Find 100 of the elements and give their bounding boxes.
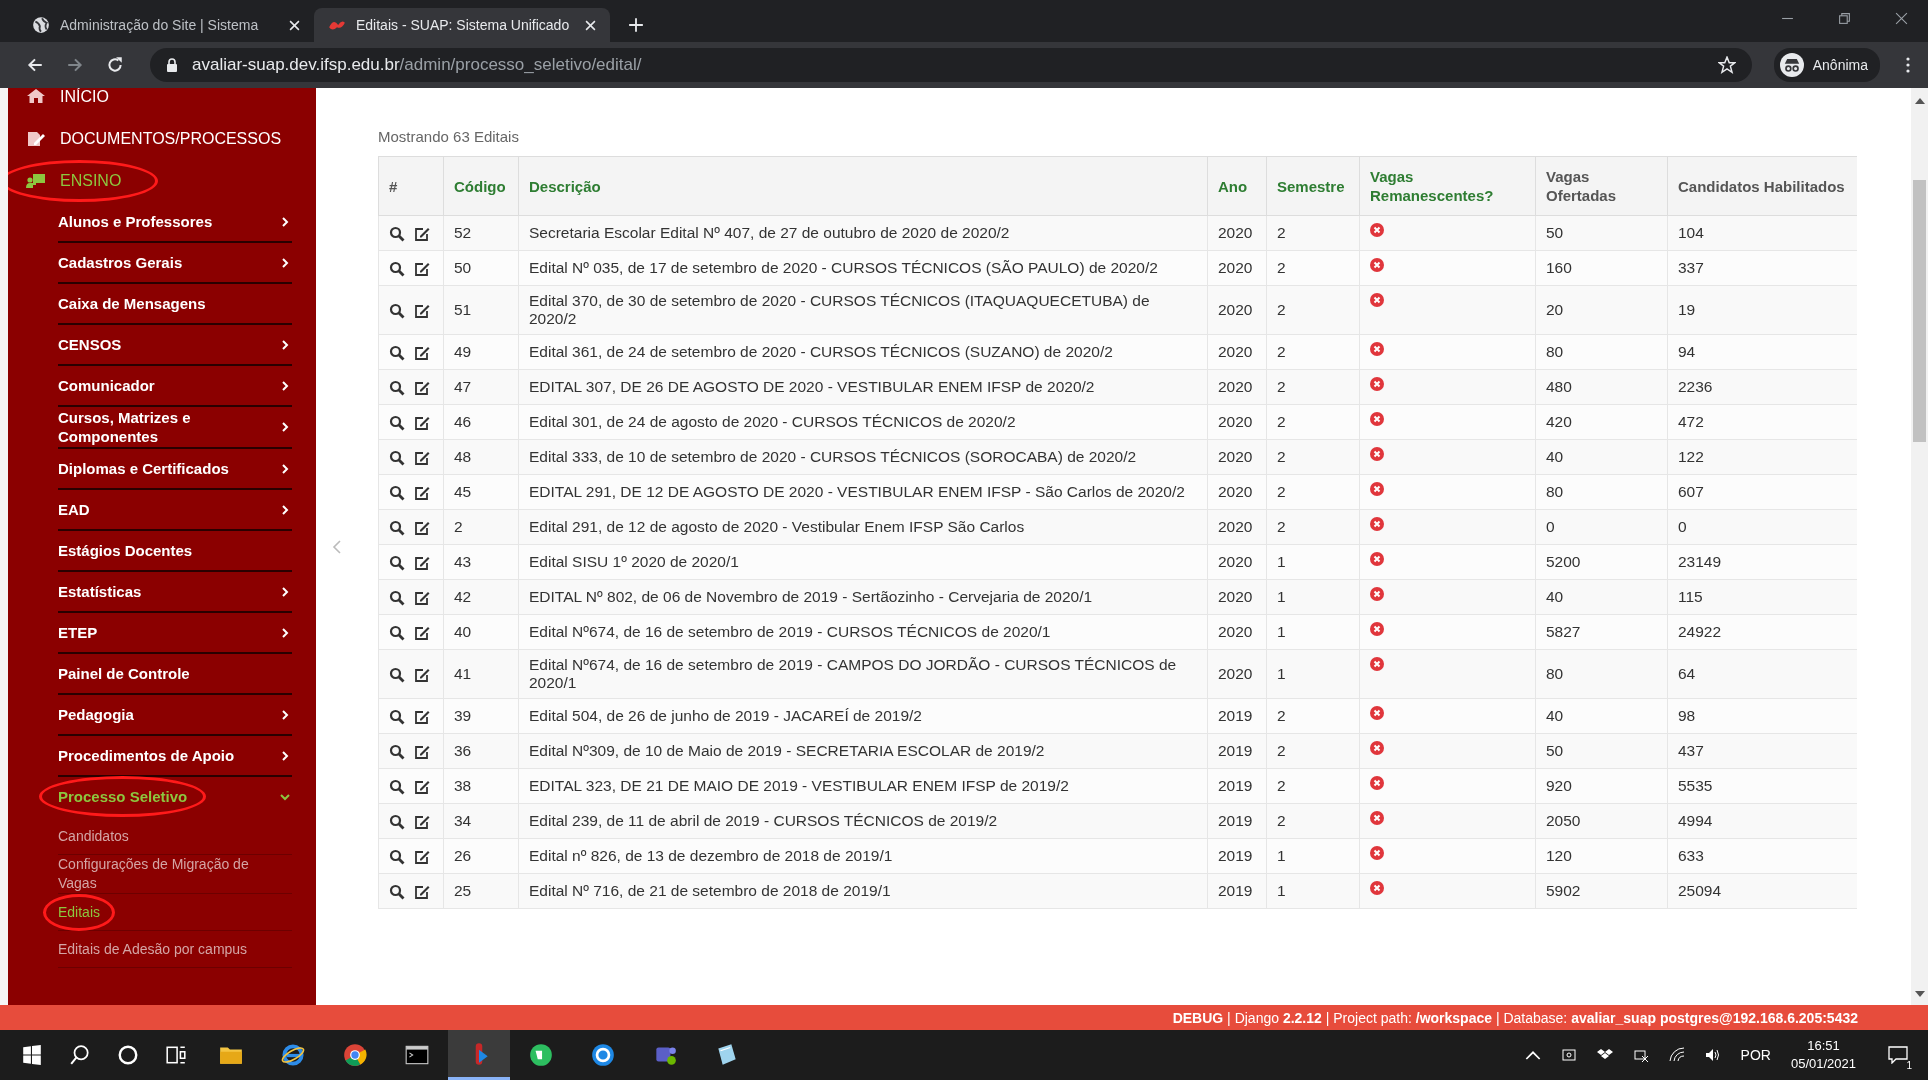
search-icon[interactable]	[389, 519, 405, 536]
column-header[interactable]: Semestre	[1266, 156, 1360, 216]
edit-icon[interactable]	[414, 379, 430, 396]
menu-item[interactable]: EAD	[58, 500, 90, 519]
edit-icon[interactable]	[414, 414, 430, 431]
edit-icon[interactable]	[414, 260, 430, 277]
menu-item[interactable]: Cadastros Gerais	[58, 253, 183, 272]
menu-item[interactable]: Alunos e Professores	[58, 212, 213, 231]
chevron-right-icon[interactable]	[280, 380, 290, 391]
network-icon[interactable]	[1632, 1047, 1649, 1063]
menu-item[interactable]: Estágios Docentes	[58, 541, 193, 560]
column-header[interactable]: Ano	[1207, 156, 1267, 216]
star-icon[interactable]	[1717, 56, 1736, 74]
edit-icon[interactable]	[414, 778, 430, 795]
menu-item[interactable]: Pedagogia	[58, 705, 134, 724]
volume-icon[interactable]	[1704, 1047, 1721, 1063]
search-icon[interactable]	[389, 708, 405, 725]
reload-icon[interactable]	[106, 56, 124, 74]
chevron-right-icon[interactable]	[280, 463, 290, 474]
app-icon[interactable]	[448, 1030, 510, 1080]
search-icon[interactable]	[389, 813, 405, 830]
chevron-right-icon[interactable]	[280, 339, 290, 350]
chevron-right-icon[interactable]	[280, 627, 290, 638]
scroll-up-icon[interactable]	[1915, 98, 1925, 104]
chevron-right-icon[interactable]	[280, 709, 290, 720]
edit-icon[interactable]	[414, 554, 430, 571]
chevron-right-icon[interactable]	[280, 750, 290, 761]
edit-icon[interactable]	[414, 624, 430, 641]
close-icon[interactable]	[1895, 12, 1908, 25]
search-icon[interactable]	[389, 225, 405, 242]
clock[interactable]: 16:51 05/01/2021	[1790, 1037, 1856, 1073]
search-icon[interactable]	[389, 302, 405, 319]
wifi-icon[interactable]	[1668, 1047, 1685, 1063]
scrollbar[interactable]	[1911, 88, 1928, 1005]
back-icon[interactable]	[26, 56, 44, 74]
menu-item[interactable]: CENSOS	[58, 335, 122, 354]
edit-icon[interactable]	[414, 484, 430, 501]
edit-icon[interactable]	[414, 883, 430, 900]
menu-icon[interactable]	[1906, 57, 1910, 73]
menu-item[interactable]: DOCUMENTOS/PROCESSOS	[60, 130, 282, 148]
chevron-right-icon[interactable]	[280, 422, 290, 432]
menu-item[interactable]: ETEP	[58, 623, 98, 642]
scrollbar-thumb[interactable]	[1913, 180, 1926, 442]
address-field[interactable]: avaliar-suap.dev.ifsp.edu.br/admin/processo_seletivo/edital/	[150, 48, 1752, 82]
forward-icon[interactable]	[66, 56, 84, 74]
menu-item[interactable]: Painel de Controle	[58, 664, 190, 683]
edit-icon[interactable]	[414, 708, 430, 725]
menu-item[interactable]: Estatísticas	[58, 582, 142, 601]
search-icon[interactable]	[389, 743, 405, 760]
menu-item[interactable]: Candidatos	[58, 826, 129, 846]
edit-icon[interactable]	[414, 743, 430, 760]
column-header[interactable]: Descrição	[518, 156, 1208, 216]
search-icon[interactable]	[389, 484, 405, 501]
column-header[interactable]: Código	[443, 156, 519, 216]
browser-tab[interactable]: Editais - SUAP: Sistema Unificado	[314, 8, 610, 42]
menu-item[interactable]: Caixa de Mensagens	[58, 294, 206, 313]
column-header[interactable]: Vagas Remanescentes?	[1359, 156, 1536, 216]
chevron-right-icon[interactable]	[280, 586, 290, 597]
chevron-right-icon[interactable]	[280, 257, 290, 268]
profile-button[interactable]: Anônima	[1773, 48, 1880, 82]
menu-item[interactable]: Cursos, Matrizes e Componentes	[58, 408, 258, 446]
menu-item[interactable]: Editais de Adesão por campus	[58, 939, 248, 959]
search-icon[interactable]	[389, 666, 405, 683]
menu-item[interactable]: Editais	[43, 893, 116, 931]
edit-icon[interactable]	[414, 449, 430, 466]
edit-icon[interactable]	[414, 344, 430, 361]
menu-item[interactable]: Procedimentos de Apoio	[58, 746, 235, 765]
search-icon[interactable]	[389, 554, 405, 571]
edit-icon[interactable]	[414, 813, 430, 830]
chevron-down-icon[interactable]	[280, 791, 290, 802]
search-icon[interactable]	[389, 589, 405, 606]
menu-item[interactable]: Configurações de Migração de Vagas	[58, 855, 283, 893]
language-indicator[interactable]: POR	[1740, 1047, 1771, 1063]
chevron-right-icon[interactable]	[280, 216, 290, 227]
search-icon[interactable]	[389, 883, 405, 900]
edit-icon[interactable]	[414, 519, 430, 536]
edit-icon[interactable]	[414, 225, 430, 242]
browser-tab[interactable]: Administração do Site | Sistema	[18, 8, 314, 42]
search-icon[interactable]	[389, 344, 405, 361]
search-icon[interactable]	[389, 778, 405, 795]
edit-icon[interactable]	[414, 666, 430, 683]
camera-icon[interactable]	[1560, 1047, 1577, 1063]
new-tab-icon[interactable]	[628, 17, 644, 33]
search-icon[interactable]	[389, 449, 405, 466]
notification-icon[interactable]	[1888, 1046, 1908, 1064]
search-icon[interactable]	[389, 848, 405, 865]
search-icon[interactable]	[389, 624, 405, 641]
menu-item[interactable]: INÍCIO	[60, 88, 109, 106]
search-icon[interactable]	[389, 414, 405, 431]
menu-item[interactable]: ENSINO	[8, 160, 159, 202]
scroll-down-icon[interactable]	[1915, 991, 1925, 997]
edit-icon[interactable]	[414, 848, 430, 865]
menu-item[interactable]: Diplomas e Certificados	[58, 459, 229, 478]
search-icon[interactable]	[389, 379, 405, 396]
chevron-right-icon[interactable]	[280, 504, 290, 515]
menu-item[interactable]: Processo Seletivo	[39, 776, 207, 817]
search-icon[interactable]	[389, 260, 405, 277]
edit-icon[interactable]	[414, 589, 430, 606]
edit-icon[interactable]	[414, 302, 430, 319]
restore-icon[interactable]	[1838, 12, 1851, 25]
